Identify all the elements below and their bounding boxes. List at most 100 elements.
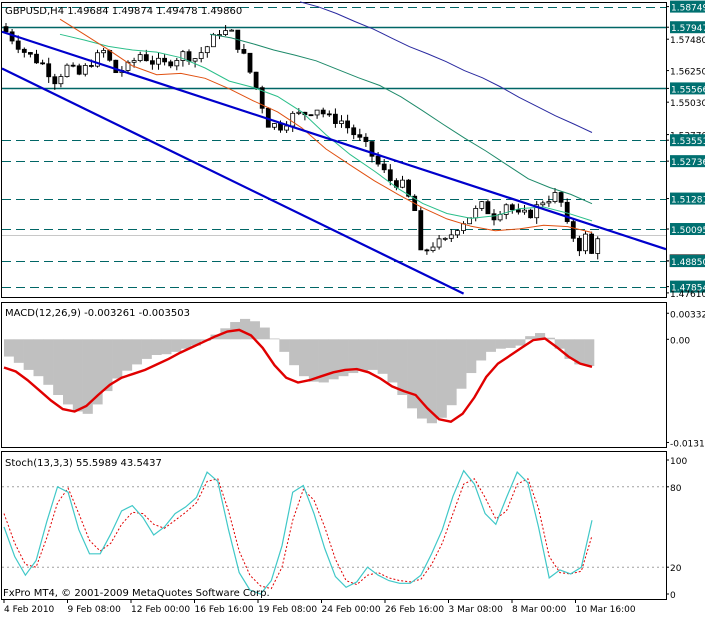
- level-price-label: 1.57947: [671, 24, 705, 34]
- macd-histogram-bar: [279, 339, 290, 352]
- candle-body: [271, 123, 277, 128]
- macd-histogram-bar: [112, 339, 123, 379]
- candle-body: [156, 57, 161, 65]
- price-pane-frame: [1, 2, 667, 298]
- candle-body: [34, 53, 39, 64]
- candle-body: [162, 57, 168, 63]
- candle-body: [387, 169, 393, 182]
- macd-histogram-bar: [495, 339, 506, 349]
- candle-body: [473, 208, 479, 219]
- time-tick-label: 16 Feb 16:00: [195, 605, 254, 615]
- candle-body: [210, 34, 216, 48]
- candle-body: [46, 63, 52, 78]
- macd-histogram-bar: [289, 339, 300, 366]
- time-tick-label: 9 Feb 08:00: [68, 605, 122, 615]
- candle-body: [540, 202, 546, 206]
- time-tick-label: 10 Mar 16:00: [576, 605, 636, 615]
- candle-body: [516, 209, 521, 213]
- candle-body: [52, 76, 58, 85]
- price-tick-label: 1.55030: [670, 99, 705, 109]
- price-tick-label: 1.56250: [670, 68, 705, 78]
- macd-histogram-bar: [308, 339, 319, 382]
- candle-body: [131, 60, 137, 63]
- candle-body: [40, 62, 45, 65]
- candle-body: [174, 60, 180, 67]
- time-tick-label: 26 Feb 16:00: [385, 605, 444, 615]
- candle-body: [284, 125, 290, 131]
- moving-average-line: [59, 18, 593, 233]
- price-pane[interactable]: [1, 1, 667, 295]
- candle-body: [101, 50, 106, 54]
- macd-tick-label: 0.00: [670, 336, 690, 346]
- macd-histogram-bar: [358, 339, 369, 371]
- macd-histogram-bar: [53, 339, 64, 396]
- stoch-main-line: [3, 469, 593, 595]
- candle-body: [381, 163, 387, 171]
- time-tick-label: 8 Mar 00:00: [512, 605, 567, 615]
- candle-body: [314, 109, 320, 116]
- moving-average-line: [59, 33, 593, 222]
- stoch-tick-label: 0: [670, 591, 676, 601]
- candle-body: [15, 40, 21, 50]
- candle-body: [70, 64, 76, 67]
- candle-body: [351, 127, 357, 136]
- candle-body: [82, 65, 88, 75]
- time-tick-label: 19 Feb 08:00: [258, 605, 317, 615]
- candle-body: [308, 114, 314, 117]
- candle-body: [21, 48, 27, 53]
- macd-histogram-bar: [131, 339, 142, 365]
- macd-histogram-bar: [446, 339, 457, 406]
- stoch-pane[interactable]: 100 80 20 0: [2, 457, 687, 601]
- candle-body: [418, 210, 424, 251]
- candle-body: [424, 249, 430, 252]
- candle-body: [479, 201, 485, 209]
- level-price-label: 1.53551: [671, 137, 705, 147]
- candle-body: [583, 233, 588, 252]
- candle-body: [485, 201, 491, 215]
- candle-body: [570, 221, 576, 239]
- macd-histogram-bar: [240, 318, 251, 340]
- macd-histogram-bar: [456, 339, 467, 389]
- candle-body: [436, 238, 442, 248]
- candle-body: [552, 192, 558, 202]
- chart-canvas[interactable]: 0.00332 0.00 -0.01315 100 80 20 0 1.58749 1.57…: [0, 0, 705, 617]
- candle-body: [89, 65, 94, 67]
- candle-body: [577, 237, 582, 252]
- candle-body: [290, 112, 296, 127]
- candle-body: [241, 49, 247, 54]
- macd-histogram-bar: [584, 339, 595, 366]
- candle-body: [204, 46, 210, 54]
- candle-body: [247, 52, 253, 73]
- mt4-chart-window[interactable]: 0.00332 0.00 -0.01315 100 80 20 0 1.58749 1.57…: [0, 0, 705, 617]
- stoch-tick-label: 100: [670, 457, 687, 467]
- candle-body: [137, 54, 143, 61]
- candle-body: [27, 52, 33, 55]
- macd-histogram-bar: [13, 339, 24, 363]
- macd-histogram-bar: [367, 339, 378, 370]
- candle-body: [320, 109, 326, 115]
- macd-pane[interactable]: 0.00332 0.00 -0.01315: [3, 310, 705, 449]
- candle-body: [113, 59, 119, 74]
- candle-body: [64, 64, 70, 77]
- macd-tick-label: 0.00332: [670, 310, 705, 320]
- candle-body: [345, 120, 351, 129]
- time-tick-label: 4 Feb 2010: [4, 605, 55, 615]
- candle-body: [168, 61, 174, 67]
- macd-histogram-bar: [33, 339, 44, 377]
- macd-histogram-bar: [63, 339, 74, 405]
- candle-body: [3, 26, 9, 33]
- macd-histogram-bar: [269, 338, 280, 340]
- candle-body: [357, 134, 363, 138]
- price-axis: 1.58749 1.57947 1.57480 1.56250 1.55566 1.550…: [666, 0, 705, 300]
- candle-body: [454, 230, 460, 236]
- macd-histogram-bar: [436, 339, 447, 418]
- macd-title: MACD(12,26,9) -0.003261 -0.003503: [5, 308, 190, 319]
- candle-body: [143, 54, 149, 62]
- candle-body: [149, 60, 155, 65]
- macd-histogram-bar: [505, 339, 516, 348]
- candle-body: [223, 30, 229, 35]
- level-price-label: 1.55566: [671, 85, 705, 95]
- candle-body: [363, 136, 369, 143]
- macd-histogram-bar: [259, 327, 270, 340]
- time-tick-label: 24 Feb 00:00: [322, 605, 381, 615]
